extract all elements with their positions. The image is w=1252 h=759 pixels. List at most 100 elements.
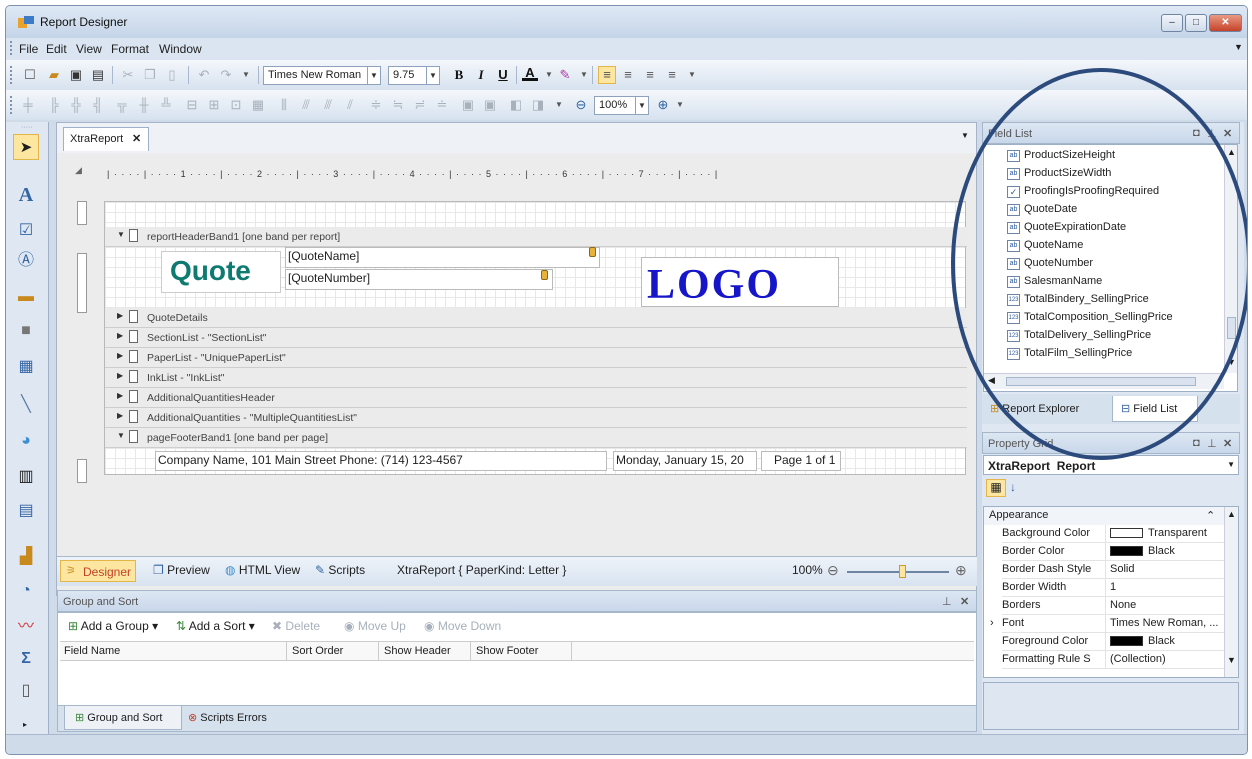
tab-scripts-errors[interactable]: ⊗ Scripts Errors: [188, 711, 267, 724]
align-right-icon[interactable]: ≡: [642, 67, 658, 83]
checkbox-tool-icon[interactable]: ☑: [13, 218, 39, 244]
logo-placeholder[interactable]: LOGO: [641, 257, 839, 308]
footer-company-field[interactable]: Company Name, 101 Main Street Phone: (71…: [155, 451, 607, 471]
scroll-up-icon[interactable]: ▲: [1227, 509, 1236, 519]
band-page-footer[interactable]: ▼ pageFooterBand1 [one band per page]: [105, 428, 967, 448]
horizontal-spacing-icon[interactable]: ⫼: [276, 97, 292, 113]
col-sort-order[interactable]: Sort Order: [286, 642, 343, 661]
make-same-height-icon[interactable]: ⊡: [228, 97, 244, 113]
collapse-arrow-icon[interactable]: ▼: [117, 431, 125, 440]
paste-icon[interactable]: ▯: [164, 67, 180, 83]
category-row[interactable]: Appearance ⌃: [984, 507, 1224, 525]
decrease-h-spacing-icon[interactable]: ⫻: [320, 97, 336, 113]
move-down-button[interactable]: ◉ Move Down: [424, 619, 501, 633]
picture-tool-icon[interactable]: ▬: [13, 284, 39, 310]
center-vertically-icon[interactable]: ▣: [482, 97, 498, 113]
property-value[interactable]: (Collection): [1105, 651, 1225, 668]
property-value[interactable]: Black: [1105, 633, 1225, 650]
property-value[interactable]: Times New Roman, ...: [1105, 615, 1225, 632]
collapse-arrow-icon[interactable]: ▼: [117, 230, 125, 239]
col-field-name[interactable]: Field Name: [64, 645, 120, 657]
html-view-button[interactable]: ◍ HTML View: [225, 563, 300, 577]
menu-chevron-icon[interactable]: ▼: [1234, 42, 1243, 52]
zoom-combo[interactable]: 100% ▼: [594, 96, 649, 115]
expand-arrow-icon[interactable]: ▶: [117, 331, 123, 340]
chevron-down-icon[interactable]: ▼: [551, 97, 567, 113]
richtext-tool-icon[interactable]: Ⓐ: [13, 248, 39, 274]
undo-icon[interactable]: ↶: [196, 67, 212, 83]
align-tops-icon[interactable]: ╦: [114, 97, 130, 113]
minimize-button[interactable]: –: [1161, 14, 1183, 32]
remove-v-spacing-icon[interactable]: ≐: [434, 97, 450, 113]
property-row[interactable]: Background Color Transparent: [1002, 525, 1234, 543]
zoom-slider-thumb[interactable]: [899, 565, 907, 578]
band-additional-quantities[interactable]: ▶ AdditionalQuantities - "MultipleQuantit…: [105, 408, 967, 428]
sparkline-tool-icon[interactable]: 〰: [13, 614, 39, 640]
add-group-button[interactable]: ⊞ Add a Group ▾: [68, 619, 158, 633]
menu-format[interactable]: Format: [111, 42, 149, 56]
property-row[interactable]: Foreground Color Black: [1002, 633, 1234, 651]
zoom-out-icon[interactable]: ⊖: [573, 97, 589, 113]
expand-arrow-icon[interactable]: ▶: [117, 371, 123, 380]
decrease-v-spacing-icon[interactable]: ≓: [412, 97, 428, 113]
collapse-icon[interactable]: ⌃: [1206, 509, 1215, 522]
col-show-footer[interactable]: Show Footer: [470, 642, 572, 661]
property-row[interactable]: Border Dash Style Solid: [1002, 561, 1234, 579]
smart-tag-icon[interactable]: [541, 270, 548, 280]
open-icon[interactable]: ▰: [46, 67, 62, 83]
increase-v-spacing-icon[interactable]: ≒: [390, 97, 406, 113]
remove-h-spacing-icon[interactable]: ⫽: [342, 97, 358, 113]
gauge-tool-icon[interactable]: ◔: [13, 578, 39, 604]
quote-number-field[interactable]: [QuoteNumber]: [285, 269, 553, 290]
menu-file[interactable]: File: [19, 42, 38, 56]
band-report-header[interactable]: ▼ reportHeaderBand1 [one band per report]: [105, 227, 967, 247]
designer-view-button[interactable]: ⚞ Designer: [60, 560, 136, 582]
close-panel-icon[interactable]: ✕: [960, 595, 969, 608]
maximize-button[interactable]: □: [1185, 14, 1207, 32]
preview-view-button[interactable]: ❐ Preview: [153, 563, 210, 577]
save-icon[interactable]: ▣: [68, 67, 84, 83]
label-tool-icon[interactable]: A: [13, 182, 39, 208]
col-show-header[interactable]: Show Header: [378, 642, 451, 661]
copy-icon[interactable]: ❐: [142, 67, 158, 83]
band-paper-list[interactable]: ▶ PaperList - "UniquePaperList": [105, 348, 967, 368]
move-up-button[interactable]: ◉ Move Up: [344, 619, 406, 633]
categorized-icon[interactable]: ▦: [986, 479, 1006, 497]
property-value[interactable]: None: [1105, 597, 1225, 614]
redo-icon[interactable]: ↷: [218, 67, 234, 83]
bring-to-front-icon[interactable]: ◧: [508, 97, 524, 113]
close-tab-icon[interactable]: ✕: [132, 132, 141, 145]
property-value[interactable]: Transparent: [1105, 525, 1225, 542]
bold-button[interactable]: B: [451, 67, 467, 83]
align-center-icon[interactable]: ≡: [620, 67, 636, 83]
expand-icon[interactable]: ›: [990, 617, 994, 629]
new-icon[interactable]: ☐: [22, 67, 38, 83]
align-lefts-icon[interactable]: ╠: [46, 97, 62, 113]
toolbox-scroll-icon[interactable]: ▸: [23, 720, 27, 729]
property-value[interactable]: 1: [1105, 579, 1225, 596]
delete-button[interactable]: ✖ Delete: [272, 619, 320, 633]
summary-tool-icon[interactable]: Σ: [13, 646, 39, 672]
add-sort-button[interactable]: ⇅ Add a Sort ▾: [176, 619, 255, 633]
align-middles-icon[interactable]: ╫: [136, 97, 152, 113]
size-to-grid-icon[interactable]: ⊞: [206, 97, 222, 113]
center-horizontally-icon[interactable]: ▣: [460, 97, 476, 113]
expand-arrow-icon[interactable]: ▶: [117, 411, 123, 420]
footer-page-field[interactable]: Page 1 of 1: [761, 451, 841, 471]
align-centers-icon[interactable]: ╬: [68, 97, 84, 113]
property-row[interactable]: Borders None: [1002, 597, 1234, 615]
band-ink-list[interactable]: ▶ InkList - "InkList": [105, 368, 967, 388]
pagebreak-tool-icon[interactable]: ▯: [13, 678, 39, 704]
property-row[interactable]: Border Width 1: [1002, 579, 1234, 597]
increase-h-spacing-icon[interactable]: ⫻: [298, 97, 314, 113]
align-to-grid-icon[interactable]: ╪: [20, 97, 36, 113]
property-value[interactable]: Solid: [1105, 561, 1225, 578]
property-row[interactable]: Border Color Black: [1002, 543, 1234, 561]
quote-label[interactable]: Quote: [161, 251, 281, 293]
font-color-icon[interactable]: A: [522, 65, 538, 81]
quote-name-field[interactable]: [QuoteName]: [285, 247, 600, 268]
vertical-spacing-icon[interactable]: ≑: [368, 97, 384, 113]
zipcode-tool-icon[interactable]: ▤: [13, 498, 39, 524]
tab-group-and-sort[interactable]: ⊞ Group and Sort: [64, 706, 182, 730]
make-same-width-icon[interactable]: ⊟: [184, 97, 200, 113]
